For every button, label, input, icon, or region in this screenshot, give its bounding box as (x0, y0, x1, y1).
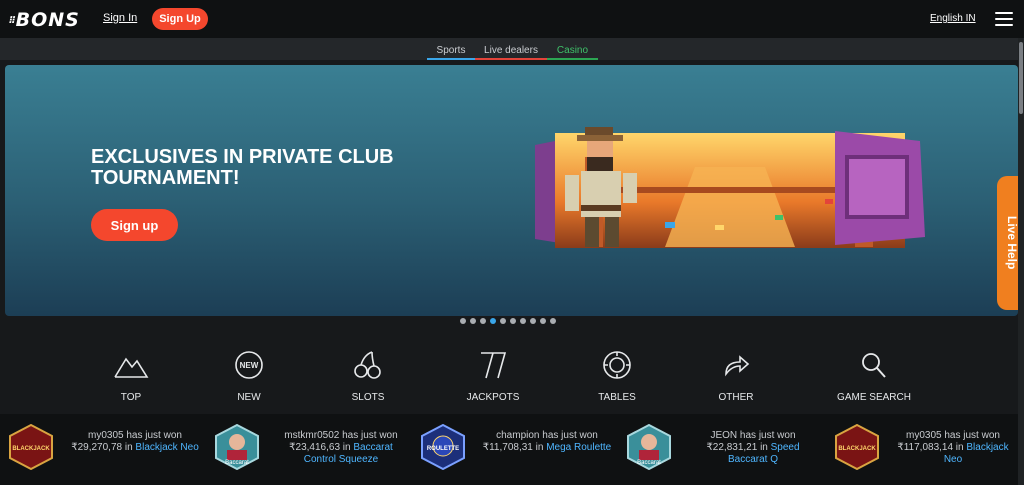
win-text: my0305 has just won ₹29,270,78 in Blackj… (70, 430, 200, 454)
hero-sign-up-button[interactable]: Sign up (91, 209, 178, 241)
slider-dot[interactable] (520, 318, 526, 324)
hero-banner[interactable]: EXCLUSIVES IN PRIVATE CLUB TOURNAMENT! S… (5, 65, 1018, 316)
hero-title: EXCLUSIVES IN PRIVATE CLUB TOURNAMENT! (91, 146, 394, 189)
svg-text:Baccarat: Baccarat (225, 460, 249, 466)
slider-dot[interactable] (480, 318, 486, 324)
top-bar: ⁝⁝BONS Sign In Sign Up English IN (0, 0, 1024, 38)
game-link[interactable]: Blackjack Neo (135, 442, 198, 453)
baccarat-game-icon: Baccarat (627, 424, 671, 470)
new-badge-icon: NEW (235, 351, 263, 379)
search-icon (862, 353, 886, 378)
slider-dot[interactable] (460, 318, 466, 324)
win-text: champion has just won ₹11,708,31 in Mega… (482, 430, 612, 454)
roulette-game-icon: ROULETTE (421, 424, 465, 470)
winner-name: my0305 has just won (88, 430, 182, 441)
live-help-label: Live Help (1005, 216, 1019, 270)
category-label: TOP (120, 392, 142, 403)
game-link[interactable]: Mega Roulette (546, 442, 611, 453)
winner-name: my0305 has just won (906, 430, 1000, 441)
blackjack-game-icon: BLACKJACK (9, 424, 53, 470)
win-text: my0305 has just won ₹117,083,14 in Black… (890, 430, 1016, 466)
winner-name: mstkmr0502 has just won (284, 430, 398, 441)
svg-text:BLACKJACK: BLACKJACK (838, 446, 876, 452)
slider-dot[interactable] (510, 318, 516, 324)
category-label: GAME SEARCH (837, 392, 911, 403)
slider-dot[interactable] (470, 318, 476, 324)
win-amount: ₹22,831,21 in (706, 442, 768, 453)
category-slots[interactable]: SLOTS (313, 340, 423, 403)
chip-icon (603, 351, 631, 379)
hero-illustration (535, 127, 925, 248)
tab-casino[interactable]: Casino (547, 45, 598, 60)
sign-up-button[interactable]: Sign Up (152, 8, 208, 30)
slider-dot[interactable] (530, 318, 536, 324)
mountain-icon (114, 357, 149, 378)
category-label: OTHER (718, 392, 754, 403)
slider-dot[interactable] (540, 318, 546, 324)
baccarat-game-icon: Baccarat (215, 424, 259, 470)
share-arrow-icon (725, 355, 750, 377)
cherries-icon (354, 351, 381, 379)
category-jackpots[interactable]: JACKPOTS (438, 340, 548, 403)
slider-dot[interactable] (550, 318, 556, 324)
win-amount: ₹29,270,78 in (71, 442, 133, 453)
category-label: SLOTS (351, 392, 385, 403)
scrollbar-thumb[interactable] (1019, 42, 1023, 114)
logo-dots-icon: ⁝⁝ (9, 15, 16, 26)
win-amount: ₹11,708,31 in (482, 442, 544, 453)
brand-logo[interactable]: ⁝⁝BONS (9, 9, 80, 31)
blackjack-game-icon: BLACKJACK (835, 424, 879, 470)
slider-dot[interactable] (500, 318, 506, 324)
category-top[interactable]: TOP (76, 340, 186, 403)
svg-text:ROULETTE: ROULETTE (427, 446, 459, 452)
svg-text:Baccarat: Baccarat (637, 460, 661, 466)
svg-text:NEW: NEW (240, 361, 259, 370)
slider-dot-active[interactable] (490, 318, 496, 324)
category-other[interactable]: OTHER (681, 340, 791, 403)
sign-in-link[interactable]: Sign In (103, 12, 137, 24)
language-selector[interactable]: English IN (930, 13, 976, 24)
category-new[interactable]: NEW NEW (194, 340, 304, 403)
category-bar: TOP NEW NEW SLOTS JACKPOTS TABLES OTHER … (0, 340, 1018, 410)
product-tabs: Sports Live dealers Casino (0, 38, 1024, 60)
win-amount: ₹117,083,14 in (897, 442, 964, 453)
sevens-icon (481, 352, 507, 379)
svg-text:BLACKJACK: BLACKJACK (12, 446, 50, 452)
category-label: JACKPOTS (466, 392, 520, 403)
winner-name: champion has just won (496, 430, 598, 441)
category-label: TABLES (598, 392, 636, 403)
slider-pagination (460, 318, 560, 324)
tab-live-dealers[interactable]: Live dealers (475, 45, 547, 60)
logo-text: BONS (15, 9, 80, 31)
category-tables[interactable]: TABLES (562, 340, 672, 403)
win-text: mstkmr0502 has just won ₹23,416,63 in Ba… (276, 430, 406, 466)
hamburger-menu-icon[interactable] (995, 12, 1013, 26)
winner-name: JEON has just won (710, 430, 796, 441)
category-label: NEW (237, 392, 261, 403)
category-game-search[interactable]: GAME SEARCH (819, 340, 929, 403)
win-text: JEON has just won ₹22,831,21 in Speed Ba… (688, 430, 818, 466)
win-amount: ₹23,416,63 in (289, 442, 351, 453)
recent-wins-ticker: BLACKJACK my0305 has just won ₹29,270,78… (0, 414, 1018, 485)
tab-sports[interactable]: Sports (427, 45, 475, 60)
